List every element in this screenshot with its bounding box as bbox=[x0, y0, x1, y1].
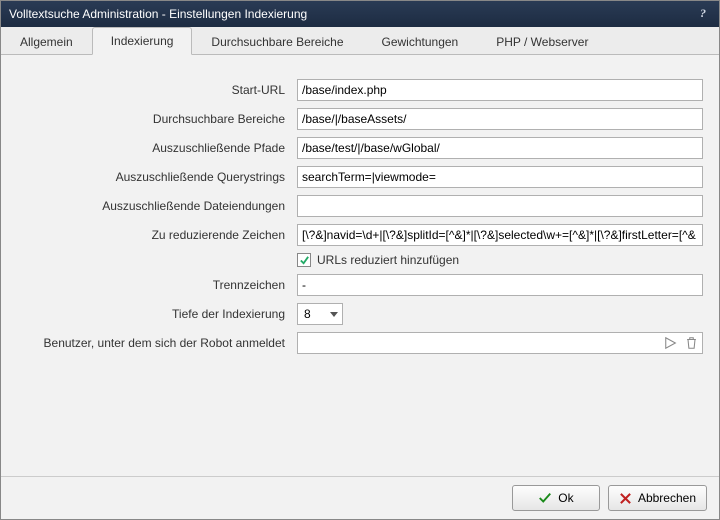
dialog-window: Volltextsuche Administration - Einstellu… bbox=[0, 0, 720, 520]
input-search-areas[interactable] bbox=[297, 108, 703, 130]
label-depth: Tiefe der Indexierung bbox=[17, 307, 297, 321]
close-icon bbox=[619, 492, 632, 505]
input-exclude-ext[interactable] bbox=[297, 195, 703, 217]
titlebar: Volltextsuche Administration - Einstellu… bbox=[1, 1, 719, 27]
label-search-areas: Durchsuchbare Bereiche bbox=[17, 112, 297, 126]
chevron-down-icon bbox=[330, 312, 338, 317]
label-reduce-chars: Zu reduzierende Zeichen bbox=[17, 228, 297, 242]
ok-button-label: Ok bbox=[558, 491, 573, 505]
form-content: Start-URL Durchsuchbare Bereiche Auszusc… bbox=[1, 55, 719, 476]
help-icon[interactable]: ? bbox=[695, 6, 711, 22]
checkbox-label: URLs reduziert hinzufügen bbox=[317, 253, 459, 267]
input-exclude-query[interactable] bbox=[297, 166, 703, 188]
tab-indexierung[interactable]: Indexierung bbox=[92, 27, 193, 55]
tab-allgemein[interactable]: Allgemein bbox=[1, 28, 92, 55]
ok-button[interactable]: Ok bbox=[512, 485, 600, 511]
label-separator: Trennzeichen bbox=[17, 278, 297, 292]
select-depth[interactable]: 8 bbox=[297, 303, 343, 325]
select-depth-value: 8 bbox=[304, 307, 311, 321]
tab-durchsuchbare-bereiche[interactable]: Durchsuchbare Bereiche bbox=[192, 28, 362, 55]
label-exclude-ext: Auszuschließende Dateiendungen bbox=[17, 199, 297, 213]
tab-bar: Allgemein Indexierung Durchsuchbare Bere… bbox=[1, 27, 719, 55]
input-start-url[interactable] bbox=[297, 79, 703, 101]
checkbox-urls-reduced[interactable]: URLs reduziert hinzufügen bbox=[297, 253, 459, 267]
cancel-button[interactable]: Abbrechen bbox=[608, 485, 707, 511]
cancel-button-label: Abbrechen bbox=[638, 491, 696, 505]
label-exclude-paths: Auszuschließende Pfade bbox=[17, 141, 297, 155]
pick-user-icon[interactable] bbox=[662, 334, 680, 352]
check-icon bbox=[297, 253, 311, 267]
clear-user-icon[interactable] bbox=[682, 334, 700, 352]
tab-php-webserver[interactable]: PHP / Webserver bbox=[477, 28, 607, 55]
check-icon bbox=[538, 491, 552, 505]
label-start-url: Start-URL bbox=[17, 83, 297, 97]
input-robot-user[interactable] bbox=[297, 332, 703, 354]
tab-gewichtungen[interactable]: Gewichtungen bbox=[363, 28, 478, 55]
input-exclude-paths[interactable] bbox=[297, 137, 703, 159]
input-separator[interactable] bbox=[297, 274, 703, 296]
window-title: Volltextsuche Administration - Einstellu… bbox=[9, 7, 695, 21]
input-reduce-chars[interactable] bbox=[297, 224, 703, 246]
dialog-footer: Ok Abbrechen bbox=[1, 476, 719, 519]
robot-user-field bbox=[297, 332, 703, 354]
label-robot-user: Benutzer, unter dem sich der Robot anmel… bbox=[17, 336, 297, 350]
label-exclude-query: Auszuschließende Querystrings bbox=[17, 170, 297, 184]
